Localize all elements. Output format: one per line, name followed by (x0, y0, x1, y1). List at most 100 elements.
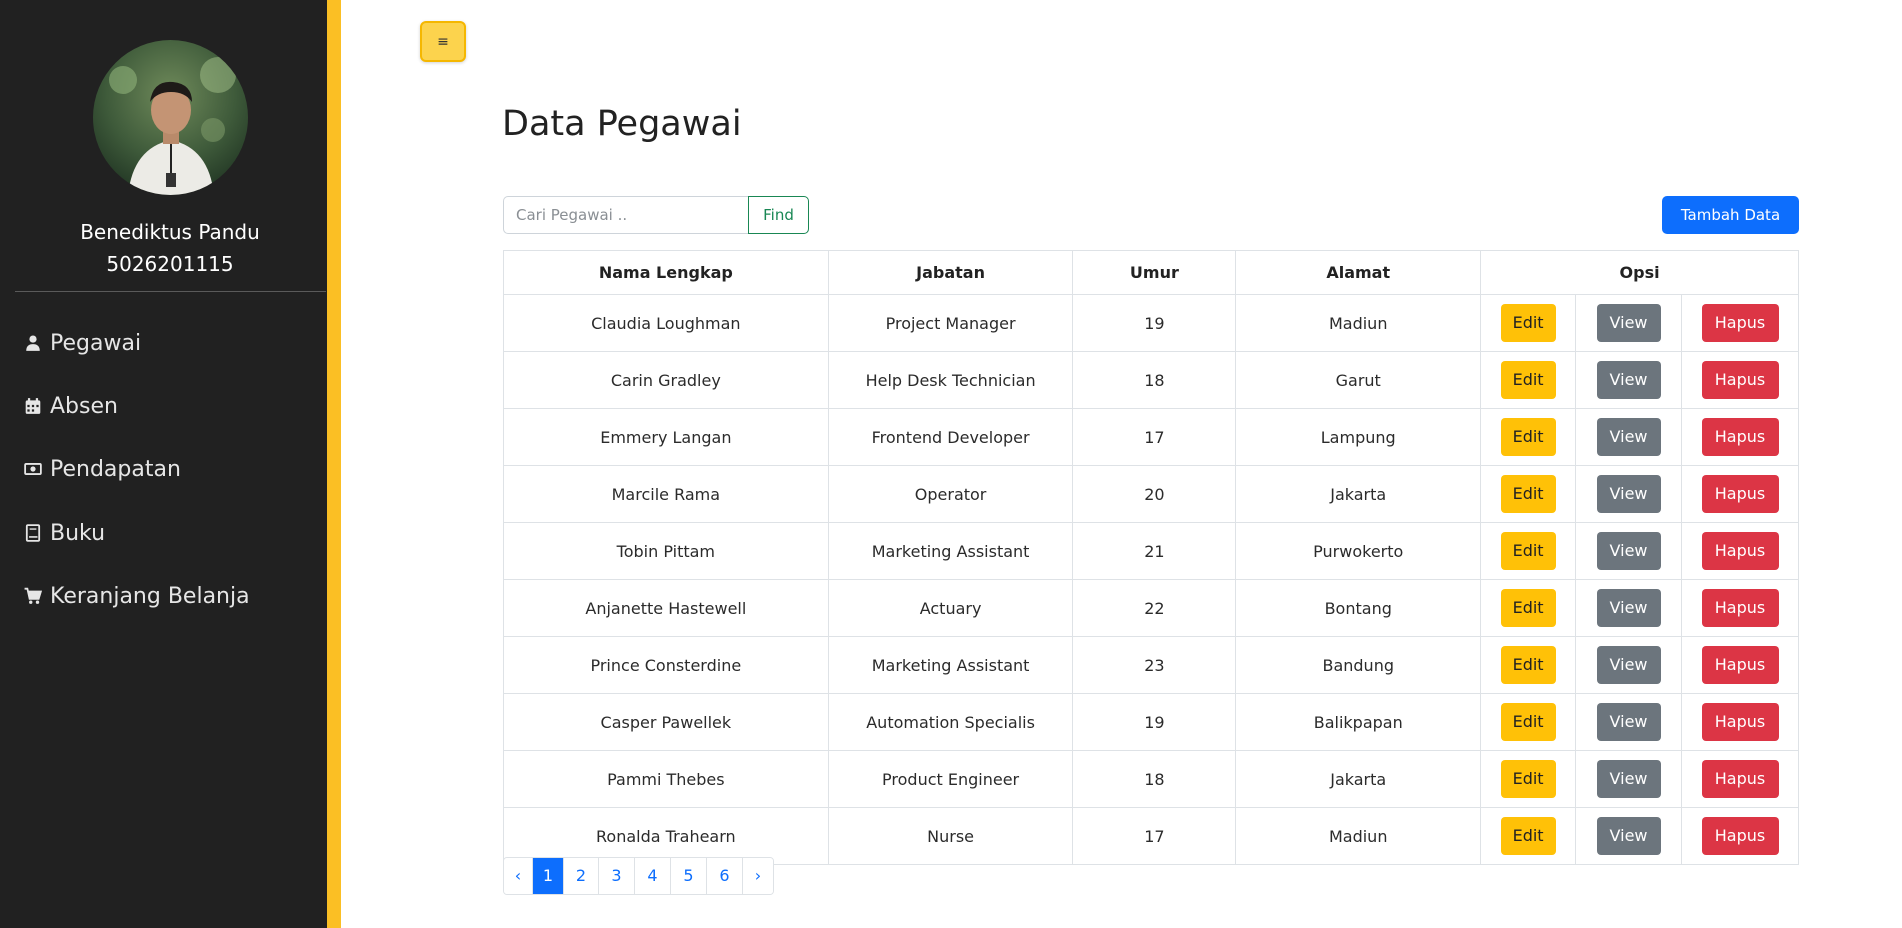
delete-button[interactable]: Hapus (1701, 703, 1779, 741)
table-row: Ronalda Trahearn Nurse 17 Madiun Edit Vi… (503, 807, 1799, 865)
pagination-next[interactable]: › (742, 858, 773, 894)
view-button[interactable]: View (1596, 760, 1661, 798)
cell-nama: Claudia Loughman (503, 294, 829, 352)
cell-nama: Anjanette Hastewell (503, 579, 829, 637)
sidebar-item-pegawai[interactable]: Pegawai (24, 323, 141, 363)
edit-button[interactable]: Edit (1500, 475, 1556, 513)
cell-umur: 18 (1072, 351, 1237, 409)
pagination-prev[interactable]: ‹ (504, 858, 532, 894)
table-row: Emmery Langan Frontend Developer 17 Lamp… (503, 408, 1799, 466)
column-header-umur: Umur (1072, 250, 1237, 295)
edit-button[interactable]: Edit (1500, 589, 1556, 627)
cell-nama: Emmery Langan (503, 408, 829, 466)
delete-button[interactable]: Hapus (1701, 646, 1779, 684)
view-button[interactable]: View (1596, 361, 1661, 399)
cell-alamat: Bontang (1235, 579, 1482, 637)
pagination-page[interactable]: 2 (563, 858, 598, 894)
cell-jabatan: Actuary (827, 579, 1074, 637)
cell-nama: Carin Gradley (503, 351, 829, 409)
delete-button[interactable]: Hapus (1701, 361, 1779, 399)
cell-umur: 18 (1072, 750, 1237, 808)
edit-button[interactable]: Edit (1500, 703, 1556, 741)
cell-nama: Prince Consterdine (503, 636, 829, 694)
view-button[interactable]: View (1596, 589, 1661, 627)
edit-button[interactable]: Edit (1500, 817, 1556, 855)
cell-nama: Ronalda Trahearn (503, 807, 829, 865)
calendar-icon (24, 397, 42, 415)
cell-umur: 19 (1072, 294, 1237, 352)
edit-button[interactable]: Edit (1500, 418, 1556, 456)
cell-alamat: Bandung (1235, 636, 1482, 694)
cell-jabatan: Frontend Developer (827, 408, 1074, 466)
pagination-page[interactable]: 4 (634, 858, 670, 894)
delete-button[interactable]: Hapus (1701, 418, 1779, 456)
cell-jabatan: Automation Specialis (827, 693, 1074, 751)
view-button[interactable]: View (1596, 703, 1661, 741)
view-button[interactable]: View (1596, 304, 1661, 342)
find-button[interactable]: Find (748, 196, 809, 234)
cell-alamat: Garut (1235, 351, 1482, 409)
pagination-page[interactable]: 5 (670, 858, 706, 894)
view-button[interactable]: View (1596, 532, 1661, 570)
view-button[interactable]: View (1596, 817, 1661, 855)
edit-button[interactable]: Edit (1500, 760, 1556, 798)
view-button[interactable]: View (1596, 646, 1661, 684)
pagination: ‹ 1 2 3 4 5 6 › (503, 857, 774, 895)
cell-umur: 17 (1072, 807, 1237, 865)
add-data-button[interactable]: Tambah Data (1662, 196, 1799, 234)
delete-button[interactable]: Hapus (1701, 475, 1779, 513)
sidebar-item-label: Absen (50, 393, 118, 419)
delete-button[interactable]: Hapus (1701, 817, 1779, 855)
sidebar-item-label: Buku (50, 520, 106, 546)
edit-button[interactable]: Edit (1500, 532, 1556, 570)
pagination-page[interactable]: 3 (598, 858, 634, 894)
cell-alamat: Madiun (1235, 294, 1482, 352)
employee-table: Nama Lengkap Jabatan Umur Alamat Opsi Cl… (503, 250, 1799, 865)
delete-button[interactable]: Hapus (1701, 760, 1779, 798)
cell-umur: 20 (1072, 465, 1237, 523)
cell-jabatan: Nurse (827, 807, 1074, 865)
sidebar-accent-stripe (327, 0, 341, 928)
cell-nama: Marcile Rama (503, 465, 829, 523)
book-icon (24, 524, 42, 542)
table-row: Anjanette Hastewell Actuary 22 Bontang E… (503, 579, 1799, 637)
view-button[interactable]: View (1596, 475, 1661, 513)
delete-button[interactable]: Hapus (1701, 304, 1779, 342)
edit-button[interactable]: Edit (1500, 304, 1556, 342)
search-input[interactable] (503, 196, 748, 234)
person-icon (24, 334, 42, 352)
sidebar-item-absen[interactable]: Absen (24, 386, 118, 426)
delete-button[interactable]: Hapus (1701, 532, 1779, 570)
pagination-page[interactable]: 6 (706, 858, 742, 894)
cell-jabatan: Product Engineer (827, 750, 1074, 808)
sidebar-item-keranjang-belanja[interactable]: Keranjang Belanja (24, 576, 250, 616)
table-row: Tobin Pittam Marketing Assistant 21 Purw… (503, 522, 1799, 580)
cell-umur: 23 (1072, 636, 1237, 694)
cell-umur: 17 (1072, 408, 1237, 466)
table-row: Claudia Loughman Project Manager 19 Madi… (503, 294, 1799, 352)
page-title: Data Pegawai (502, 104, 742, 144)
pagination-page[interactable]: 1 (532, 858, 563, 894)
cell-nama: Pammi Thebes (503, 750, 829, 808)
money-icon (24, 460, 42, 478)
sidebar-item-label: Keranjang Belanja (50, 583, 250, 609)
column-header-alamat: Alamat (1235, 250, 1482, 295)
cell-jabatan: Help Desk Technician (827, 351, 1074, 409)
view-button[interactable]: View (1596, 418, 1661, 456)
delete-button[interactable]: Hapus (1701, 589, 1779, 627)
table-row: Prince Consterdine Marketing Assistant 2… (503, 636, 1799, 694)
table-row: Casper Pawellek Automation Specialis 19 … (503, 693, 1799, 751)
sidebar-item-pendapatan[interactable]: Pendapatan (24, 449, 181, 489)
edit-button[interactable]: Edit (1500, 361, 1556, 399)
cell-umur: 21 (1072, 522, 1237, 580)
edit-button[interactable]: Edit (1500, 646, 1556, 684)
sidebar-item-buku[interactable]: Buku (24, 513, 105, 553)
cell-alamat: Balikpapan (1235, 693, 1482, 751)
hamburger-icon: ≡ (437, 33, 449, 50)
profile-photo (93, 40, 248, 195)
cell-umur: 19 (1072, 693, 1237, 751)
cart-icon (24, 587, 42, 605)
avatar (93, 40, 248, 195)
menu-toggle-button[interactable]: ≡ (420, 21, 466, 62)
column-header-nama: Nama Lengkap (503, 250, 829, 295)
